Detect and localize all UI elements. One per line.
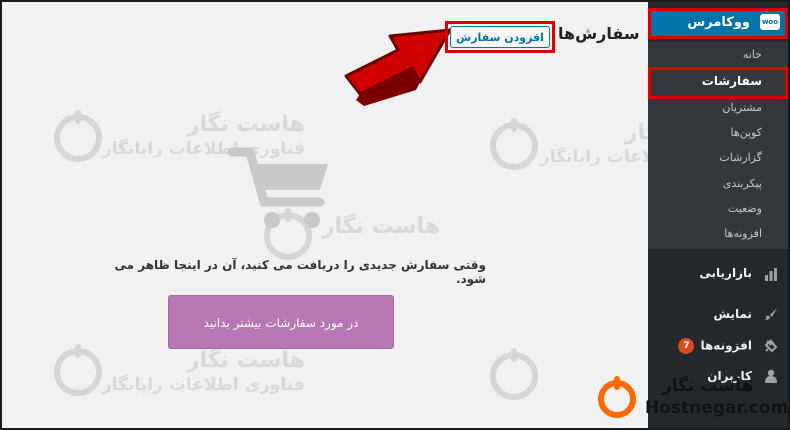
- sidebar-item-label: بازاریابی: [699, 266, 752, 280]
- watermark-line1: هاست نگار: [186, 348, 305, 373]
- page-title: سفارش‌ها: [558, 24, 640, 43]
- watermark-logo-icon: [54, 344, 102, 396]
- empty-state-message: وقتی سفارش جدیدی را دریافت می کنید، آن د…: [114, 258, 487, 286]
- user-icon: [765, 369, 777, 383]
- update-count-badge: 7: [678, 338, 695, 354]
- watermark: هاست نگار: [322, 214, 440, 239]
- sidebar-item-label: نمایش: [713, 307, 752, 321]
- logo-text-fa: هاست نگار: [662, 376, 754, 396]
- watermark-line1: هاست نگار: [186, 112, 305, 137]
- add-order-button[interactable]: افزودن سفارش: [450, 26, 550, 48]
- watermark-line2: فناوری اطلاعات رایانگار: [102, 375, 305, 395]
- brush-icon: [765, 308, 777, 320]
- plugins-label: افزونه‌ها: [700, 338, 752, 353]
- learn-more-button[interactable]: در مورد سفارشات بیشتر بدانید: [168, 295, 394, 349]
- hostnegar-logo-icon: [598, 376, 636, 418]
- plugin-icon: [764, 339, 778, 353]
- submenu-item-orders[interactable]: سفارشات: [702, 74, 762, 88]
- watermark-logo-icon: [490, 348, 538, 400]
- shopping-cart-icon: [228, 147, 328, 228]
- chart-icon: [765, 268, 777, 281]
- submenu-item-status[interactable]: وضعیت: [728, 202, 762, 215]
- submenu-item-extensions[interactable]: افزونه‌ها: [724, 227, 762, 240]
- submenu-item-coupons[interactable]: کوپن‌ها: [730, 126, 762, 139]
- watermark-logo-icon: [54, 110, 102, 162]
- submenu-item-customers[interactable]: مشتریان: [722, 101, 762, 114]
- logo-text-en: Hostnegar.com: [645, 398, 789, 418]
- submenu-item-settings[interactable]: پیکربندی: [723, 177, 762, 190]
- watermark-logo-icon: [490, 118, 538, 170]
- pointer-arrow-icon: [344, 28, 452, 106]
- admin-sidebar: woo ووکامرس خانه سفارشات مشتریان کوپن‌ها…: [648, 2, 788, 428]
- submenu-item-reports[interactable]: گزارشات: [719, 151, 762, 164]
- submenu-item-home[interactable]: خانه: [743, 48, 762, 61]
- highlight-woocommerce: [648, 8, 788, 39]
- watermark: هاست نگار فناوری اطلاعات رایانگار: [102, 348, 305, 395]
- sidebar-item-label: افزونه‌ها 7: [678, 338, 752, 354]
- app-frame: هاست نگار فناوری اطلاعات رایانگار هاست ن…: [0, 0, 790, 430]
- watermark-line1: هاست نگار: [322, 214, 441, 239]
